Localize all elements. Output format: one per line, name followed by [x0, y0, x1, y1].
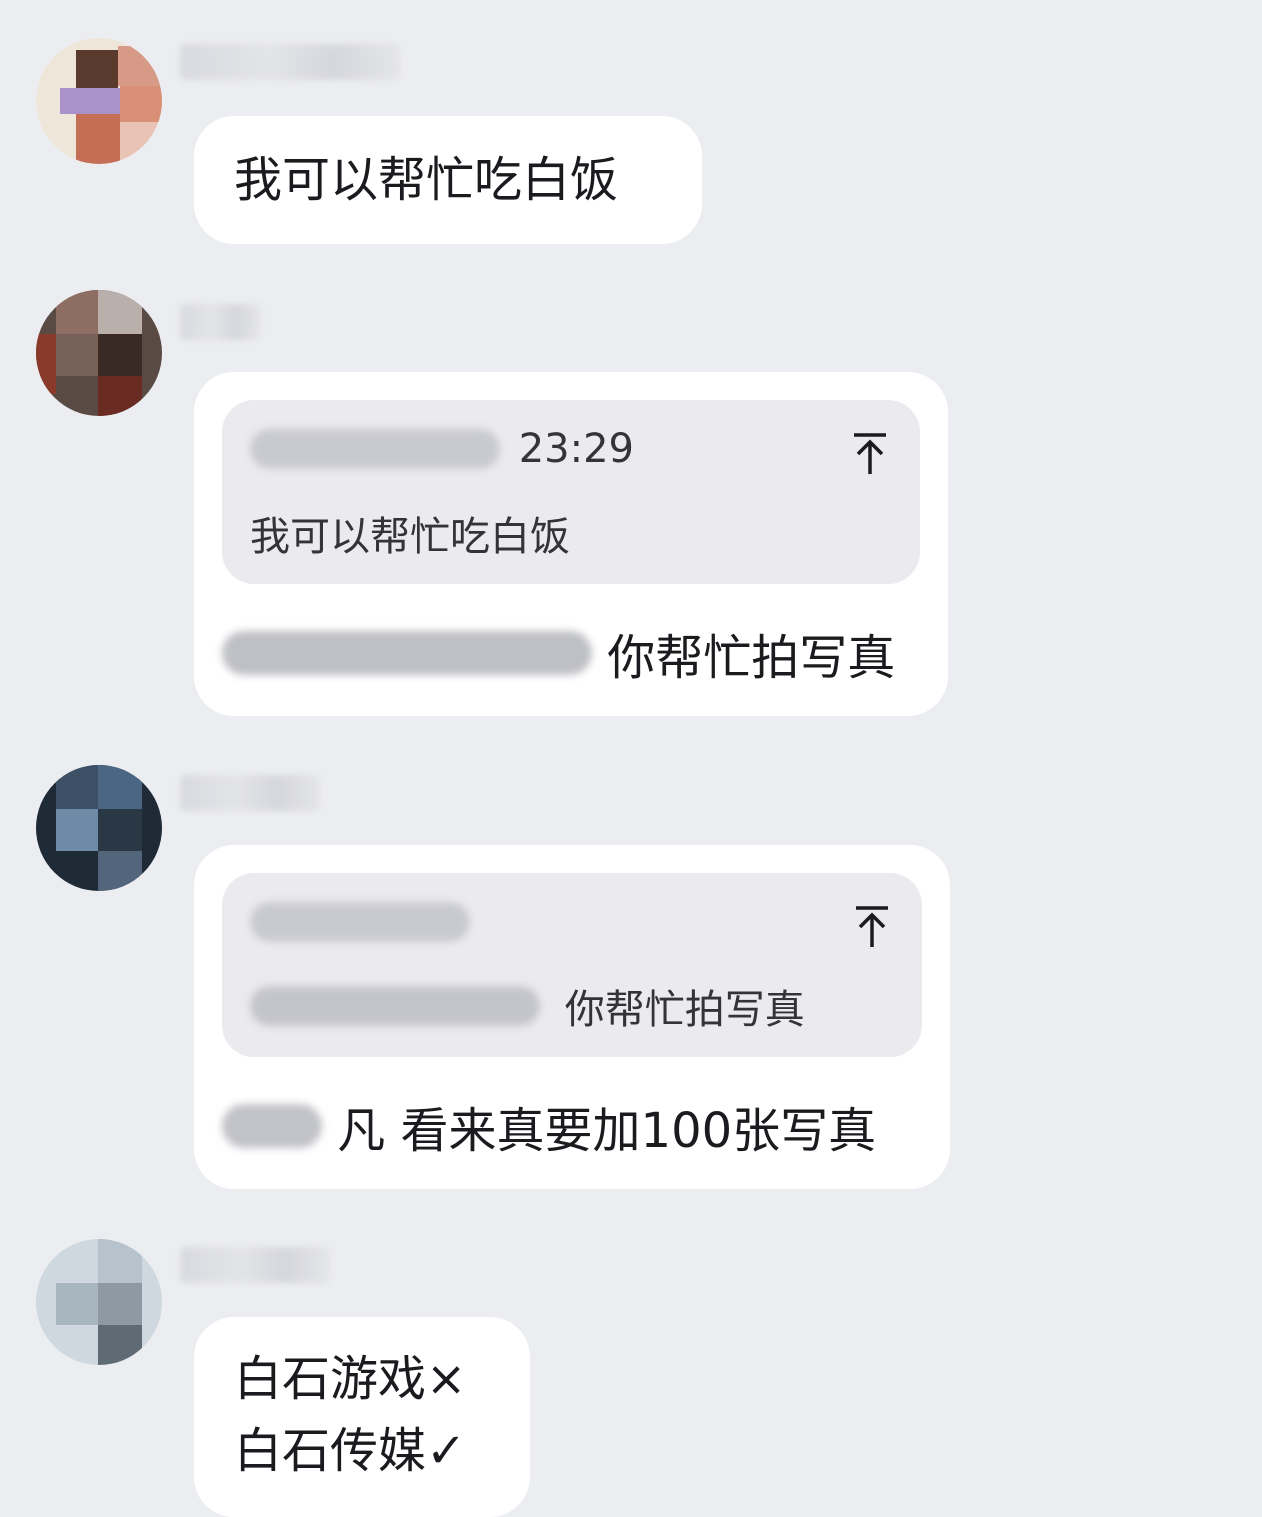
reply-message-bubble[interactable]: 你帮忙拍写真 凡 看来真要加100张写真 — [194, 845, 950, 1189]
message-line-1: 白石游戏× — [234, 1351, 467, 1407]
quote-header: 23:29 — [250, 424, 634, 484]
quoted-message[interactable]: 23:29 我可以帮忙吃白饭 — [222, 400, 920, 584]
user-avatar[interactable] — [36, 765, 162, 891]
quoted-sender-name — [250, 429, 500, 469]
mention-tag[interactable] — [222, 1104, 322, 1148]
quote-time: 23:29 — [518, 426, 634, 472]
message-text: 我可以帮忙吃白饭 — [234, 152, 619, 208]
user-avatar[interactable] — [36, 290, 162, 416]
message-line-2: 白石传媒✓ — [234, 1423, 467, 1479]
reply-text-line: 凡 看来真要加100张写真 — [222, 1091, 876, 1161]
sender-name — [180, 1247, 330, 1283]
quoted-mention-tag — [250, 986, 540, 1026]
quote-text: 我可以帮忙吃白饭 — [250, 514, 570, 560]
sender-name — [180, 775, 320, 811]
chat-message-4: 白石游戏× 白石传媒✓ — [0, 1225, 1262, 1517]
chat-message-3: 你帮忙拍写真 凡 看来真要加100张写真 — [0, 745, 1262, 1205]
mention-tag[interactable] — [222, 631, 592, 675]
message-bubble[interactable]: 白石游戏× 白石传媒✓ — [194, 1317, 530, 1517]
user-avatar[interactable] — [36, 1239, 162, 1365]
quote-text: 你帮忙拍写真 — [250, 977, 805, 1035]
sender-name — [180, 304, 260, 340]
reply-text: 你帮忙拍写真 — [607, 630, 896, 686]
reply-text-line: 你帮忙拍写真 — [222, 618, 895, 688]
quote-header — [250, 897, 470, 957]
reply-text: 凡 看来真要加100张写真 — [337, 1103, 877, 1159]
sender-name — [180, 44, 400, 80]
quoted-sender-name — [250, 902, 470, 942]
jump-to-original-icon[interactable] — [850, 432, 890, 476]
user-avatar[interactable] — [36, 38, 162, 164]
message-bubble[interactable]: 我可以帮忙吃白饭 — [194, 116, 702, 244]
reply-message-bubble[interactable]: 23:29 我可以帮忙吃白饭 你帮忙拍写真 — [194, 372, 948, 716]
quoted-message[interactable]: 你帮忙拍写真 — [222, 873, 922, 1057]
chat-message-2: 23:29 我可以帮忙吃白饭 你帮忙拍写真 — [0, 270, 1262, 730]
chat-message-1: 我可以帮忙吃白饭 — [0, 0, 1262, 260]
jump-to-original-icon[interactable] — [852, 905, 892, 949]
